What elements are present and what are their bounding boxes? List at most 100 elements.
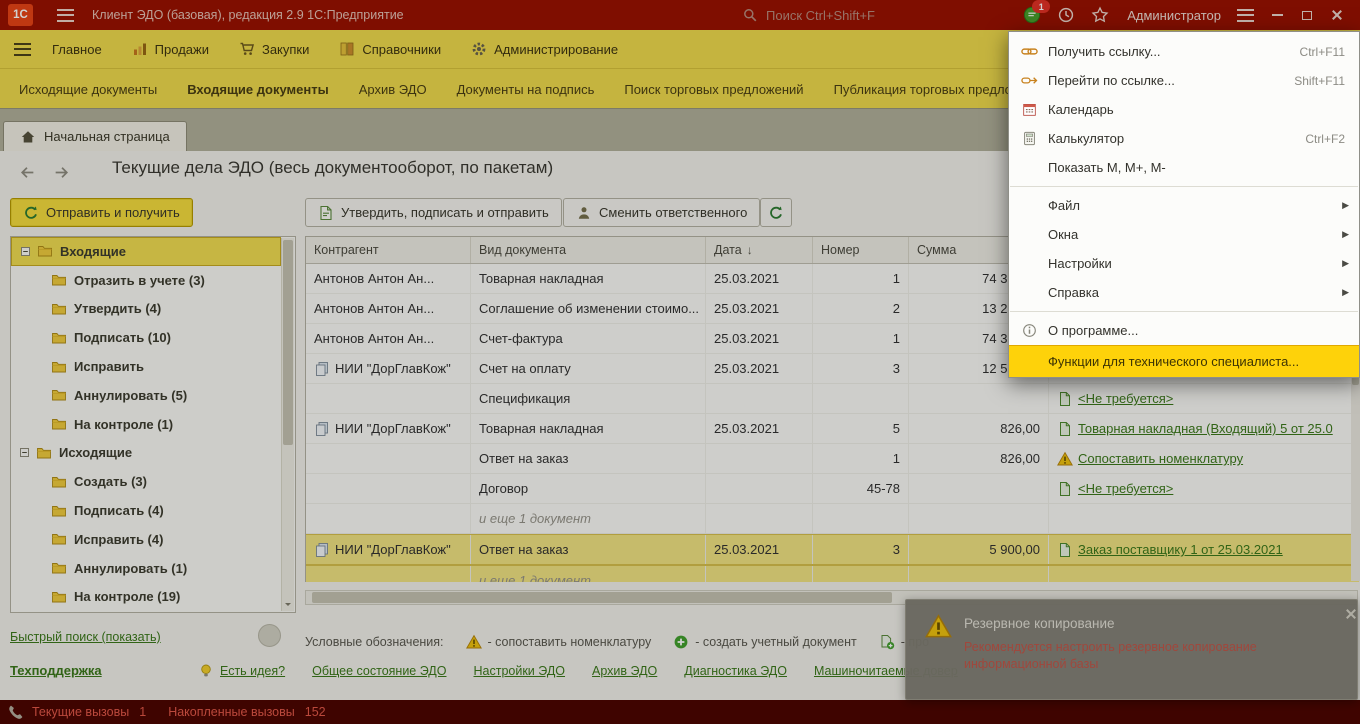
document-link[interactable]: Заказ поставщику 1 от 25.03.2021 xyxy=(1078,542,1283,557)
current-calls-label[interactable]: Текущие вызовы xyxy=(32,705,129,719)
change-responsible-button[interactable]: Сменить ответственного xyxy=(563,198,761,227)
tree-item[interactable]: Аннулировать (5) xyxy=(11,381,295,410)
minimize-button[interactable] xyxy=(1262,0,1292,30)
submenu-arrow-icon: ▶ xyxy=(1342,287,1349,297)
subsection-0[interactable]: Исходящие документы xyxy=(4,82,172,97)
discussions-button[interactable]: 1 xyxy=(1023,0,1051,24)
table-row-5[interactable]: НИИ "ДорГлавКож" Товарная накладная 25.03.… xyxy=(306,414,1360,444)
support-link[interactable]: Техподдержка xyxy=(10,663,102,678)
tree-item[interactable]: На контроле (1) xyxy=(11,410,295,439)
service-menu-button[interactable] xyxy=(1237,8,1254,22)
tree-item[interactable]: Создать (3) xyxy=(11,467,295,496)
calculator-icon xyxy=(1021,131,1038,146)
quick-search-link[interactable]: Быстрый поиск (показать) xyxy=(10,630,161,644)
home-icon xyxy=(20,129,36,145)
footer-link[interactable]: Настройки ЭДО xyxy=(473,664,565,678)
idea-link[interactable]: Есть идея? xyxy=(220,664,285,678)
menu-item-1[interactable]: Перейти по ссылке... Shift+F11 xyxy=(1009,66,1359,95)
catalogs-icon xyxy=(339,41,355,57)
section-1[interactable]: Продажи xyxy=(117,30,224,68)
tree-group-1[interactable]: Исходящие xyxy=(11,439,295,468)
tree-item[interactable]: Исправить (4) xyxy=(11,525,295,554)
menu-item-7[interactable]: Окна ▶ xyxy=(1009,220,1359,249)
column-header-2[interactable]: Дата ↓ xyxy=(706,237,813,263)
menu-item-8[interactable]: Настройки ▶ xyxy=(1009,249,1359,278)
menu-item-12[interactable]: Функции для технического специалиста... xyxy=(1009,345,1359,377)
tree-item[interactable]: Аннулировать (1) xyxy=(11,554,295,583)
document-link[interactable]: Товарная накладная (Входящий) 5 от 25.0 xyxy=(1078,421,1333,436)
document-link[interactable]: Сопоставить номенклатуру xyxy=(1078,451,1243,466)
tree-group-0[interactable]: Входящие xyxy=(11,237,281,266)
footer-link[interactable]: Общее состояние ЭДО xyxy=(312,664,446,678)
subsection-1[interactable]: Входящие документы xyxy=(172,82,343,97)
table-row-6[interactable]: Ответ на заказ 1 826,00 Сопоставить номенкл… xyxy=(306,444,1360,474)
tree-scrollbar[interactable] xyxy=(281,238,294,611)
cell-number: 3 xyxy=(813,354,909,383)
approve-sign-send-button[interactable]: Утвердить, подписать и отправить xyxy=(305,198,562,227)
subsection-2[interactable]: Архив ЭДО xyxy=(344,82,442,97)
maximize-button[interactable] xyxy=(1292,0,1322,30)
folder-icon xyxy=(51,531,67,547)
tree-item[interactable]: Утвердить (4) xyxy=(11,295,295,324)
global-search[interactable]: Поиск Ctrl+Shift+F xyxy=(742,0,875,30)
column-header-0[interactable]: Контрагент xyxy=(306,237,471,263)
subsection-3[interactable]: Документы на подпись xyxy=(442,82,610,97)
table-hscrollbar-thumb[interactable] xyxy=(312,592,892,603)
favorites-button[interactable] xyxy=(1091,6,1109,24)
menu-item-11[interactable]: О программе... xyxy=(1009,316,1359,345)
forward-button[interactable] xyxy=(48,160,74,184)
toast-message-link[interactable]: Рекомендуется настроить резервное копиро… xyxy=(964,639,1294,673)
menu-item-3[interactable]: Калькулятор Ctrl+F2 xyxy=(1009,124,1359,153)
document-link[interactable]: <Не требуется> xyxy=(1078,481,1173,496)
cell-date: 25.03.2021 xyxy=(706,414,813,443)
table-row-10[interactable]: и еще 1 документ xyxy=(306,565,1360,582)
tree-item[interactable]: Подписать (10) xyxy=(11,323,295,352)
document-link[interactable]: <Не требуется> xyxy=(1078,391,1173,406)
tree-scrollbar-thumb[interactable] xyxy=(283,240,293,445)
legend: Условные обозначения: - сопоставить номе… xyxy=(305,634,929,650)
scroll-down-arrow-icon[interactable] xyxy=(282,599,294,610)
folder-icon xyxy=(51,560,67,576)
tab-home-page[interactable]: Начальная страница xyxy=(3,121,187,151)
tree-item-label: Исправить (4) xyxy=(74,531,164,547)
back-button[interactable] xyxy=(14,160,40,184)
table-row-7[interactable]: Договор 45-78 <Не требуется> xyxy=(306,474,1360,504)
column-header-1[interactable]: Вид документа xyxy=(471,237,706,263)
tree-item[interactable]: Исправить xyxy=(11,352,295,381)
history-button[interactable] xyxy=(1057,6,1075,24)
warning-icon xyxy=(1057,451,1073,467)
tree-item[interactable]: Отразить в учете (3) xyxy=(11,266,295,295)
window-menu-icon[interactable] xyxy=(57,8,74,22)
table-row-4[interactable]: Спецификация <Не требуется> xyxy=(306,384,1360,414)
column-header-label: Вид документа xyxy=(479,243,567,257)
column-header-3[interactable]: Номер xyxy=(813,237,909,263)
send-receive-button[interactable]: Отправить и получить xyxy=(10,198,193,227)
history-icon xyxy=(1057,6,1075,24)
subsection-4[interactable]: Поиск торговых предложений xyxy=(609,82,818,97)
cell-date xyxy=(706,504,813,533)
tree-item[interactable]: Подписать (4) xyxy=(11,496,295,525)
menu-item-label: Календарь xyxy=(1048,102,1114,117)
menu-item-4[interactable]: Показать М, М+, М- xyxy=(1009,153,1359,182)
footer-link[interactable]: Диагностика ЭДО xyxy=(684,664,787,678)
section-3[interactable]: Справочники xyxy=(324,30,456,68)
menu-item-0[interactable]: Получить ссылку... Ctrl+F11 xyxy=(1009,37,1359,66)
tree-item[interactable]: На контроле (19) xyxy=(11,583,295,612)
sections-menu-icon[interactable] xyxy=(14,42,31,56)
close-button[interactable] xyxy=(1322,0,1352,30)
goto-link-icon xyxy=(1021,73,1038,88)
notification-toast[interactable]: Резервное копирование Рекомендуется наст… xyxy=(905,599,1358,700)
folder-icon xyxy=(51,387,67,403)
accumulated-calls-label[interactable]: Накопленные вызовы xyxy=(168,705,295,719)
table-row-8[interactable]: и еще 1 документ xyxy=(306,504,1360,534)
table-row-9[interactable]: НИИ "ДорГлавКож" Ответ на заказ 25.03.2021… xyxy=(306,534,1360,565)
menu-item-6[interactable]: Файл ▶ xyxy=(1009,191,1359,220)
refresh-button[interactable] xyxy=(760,198,792,227)
menu-item-9[interactable]: Справка ▶ xyxy=(1009,278,1359,307)
section-0[interactable]: Главное xyxy=(37,30,117,68)
footer-link[interactable]: Архив ЭДО xyxy=(592,664,657,678)
section-4[interactable]: Администрирование xyxy=(456,30,633,68)
quick-search-circle-button[interactable] xyxy=(258,624,281,647)
section-2[interactable]: Закупки xyxy=(224,30,324,68)
menu-item-2[interactable]: Календарь xyxy=(1009,95,1359,124)
